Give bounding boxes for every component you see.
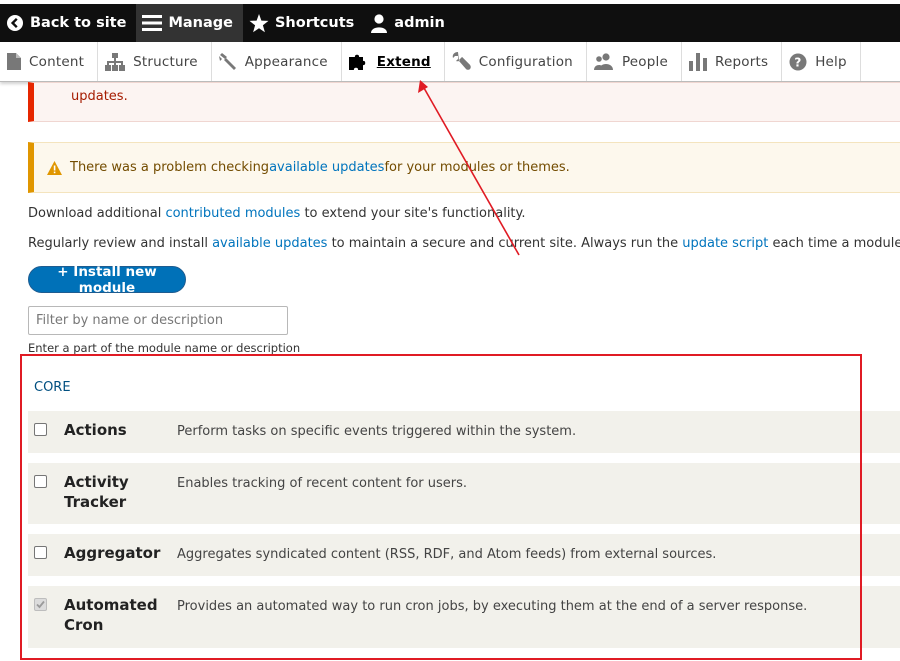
svg-text:?: ?: [795, 55, 802, 69]
back-to-site-label: Back to site: [30, 15, 127, 31]
intro-2-pre: Regularly review and install: [28, 236, 213, 251]
module-filter-input[interactable]: [28, 306, 288, 335]
tray-item-structure[interactable]: Structure: [98, 42, 212, 81]
puzzle-icon: [348, 53, 369, 71]
user-tab[interactable]: admin: [364, 4, 455, 42]
module-description-aggregator: Aggregates syndicated content (RSS, RDF,…: [177, 547, 717, 562]
tray-item-configuration[interactable]: Configuration: [445, 42, 587, 81]
admin-tray: Content Structure Appearance Extend Conf…: [0, 42, 900, 82]
intro-1-pre: Download additional: [28, 206, 166, 221]
install-new-module-button[interactable]: + Install new module: [28, 264, 186, 296]
warning-message: There was a problem checking available u…: [28, 142, 900, 193]
intro-paragraph-2: Regularly review and install available u…: [28, 236, 900, 251]
user-icon: [370, 13, 388, 33]
help-icon: ?: [789, 53, 807, 71]
tray-label-content: Content: [29, 53, 85, 70]
tray-item-extend[interactable]: Extend: [342, 42, 445, 81]
available-updates-link-2[interactable]: available updates: [212, 236, 327, 251]
tray-item-reports[interactable]: Reports: [682, 42, 783, 81]
bar-chart-icon: [689, 52, 707, 71]
back-arrow-icon: [6, 14, 24, 32]
error-message: updates.: [28, 82, 900, 122]
module-name-actions[interactable]: Actions: [64, 420, 164, 440]
module-row-actions: Actions Perform tasks on specific events…: [28, 411, 900, 453]
tray-label-configuration: Configuration: [478, 53, 573, 70]
module-description-activity-tracker: Enables tracking of recent content for u…: [177, 476, 468, 491]
paintbrush-icon: [218, 52, 237, 71]
module-name-aggregator[interactable]: Aggregator: [64, 543, 164, 563]
shortcuts-label: Shortcuts: [274, 15, 355, 31]
tray-label-appearance: Appearance: [244, 53, 328, 70]
module-checkbox-actions[interactable]: [34, 423, 47, 436]
tray-item-content[interactable]: Content: [0, 42, 99, 81]
manage-tab[interactable]: Manage: [136, 4, 243, 42]
core-section-legend[interactable]: CORE: [34, 380, 71, 395]
module-description-automated-cron: Provides an automated way to run cron jo…: [177, 599, 808, 614]
content-icon: [7, 53, 21, 70]
tray-item-people[interactable]: People: [587, 42, 682, 81]
user-name: admin: [394, 15, 445, 31]
available-updates-link[interactable]: available updates: [269, 160, 384, 175]
star-icon: [249, 13, 269, 33]
wrench-icon: [452, 52, 471, 71]
warning-text-pre: There was a problem checking: [70, 160, 270, 175]
tray-item-help[interactable]: ? Help: [782, 42, 861, 81]
filter-description: Enter a part of the module name or descr…: [28, 341, 301, 355]
shortcuts-tab[interactable]: Shortcuts: [243, 4, 364, 42]
warning-icon: [47, 160, 62, 175]
module-row-automated-cron: Automated Cron Provides an automated way…: [28, 586, 900, 648]
module-row-aggregator: Aggregator Aggregates syndicated content…: [28, 534, 900, 576]
intro-paragraph-1: Download additional contributed modules …: [28, 206, 526, 221]
module-row-activity-tracker: Activity Tracker Enables tracking of rec…: [28, 463, 900, 524]
module-name-activity-tracker[interactable]: Activity Tracker: [64, 472, 164, 512]
admin-toolbar: Back to site Manage Shortcuts admin: [0, 4, 900, 42]
module-checkbox-automated-cron[interactable]: [34, 598, 47, 611]
structure-icon: [105, 52, 126, 71]
tray-label-reports: Reports: [715, 53, 769, 70]
intro-2-post: each time a module is up: [772, 236, 900, 251]
tray-label-extend: Extend: [376, 53, 431, 70]
hamburger-icon: [142, 15, 163, 31]
tray-label-help: Help: [815, 53, 847, 70]
checkmark-icon: [36, 600, 45, 609]
update-script-link[interactable]: update script: [682, 236, 768, 251]
module-description-actions: Perform tasks on specific events trigger…: [177, 424, 577, 439]
back-to-site-link[interactable]: Back to site: [0, 4, 136, 42]
contributed-modules-link[interactable]: contributed modules: [165, 206, 300, 221]
manage-label: Manage: [168, 15, 233, 31]
intro-1-post: to extend your site's functionality.: [300, 206, 526, 221]
warning-text-post: for your modules or themes.: [384, 160, 570, 175]
tray-item-appearance[interactable]: Appearance: [212, 42, 342, 81]
people-icon: [593, 52, 614, 71]
intro-2-mid: to maintain a secure and current site. A…: [327, 236, 683, 251]
module-checkbox-activity-tracker[interactable]: [34, 475, 47, 488]
tray-label-people: People: [621, 53, 668, 70]
error-message-text: updates.: [71, 89, 128, 104]
module-checkbox-aggregator[interactable]: [34, 546, 47, 559]
tray-label-structure: Structure: [133, 53, 198, 70]
module-name-automated-cron[interactable]: Automated Cron: [64, 595, 164, 635]
